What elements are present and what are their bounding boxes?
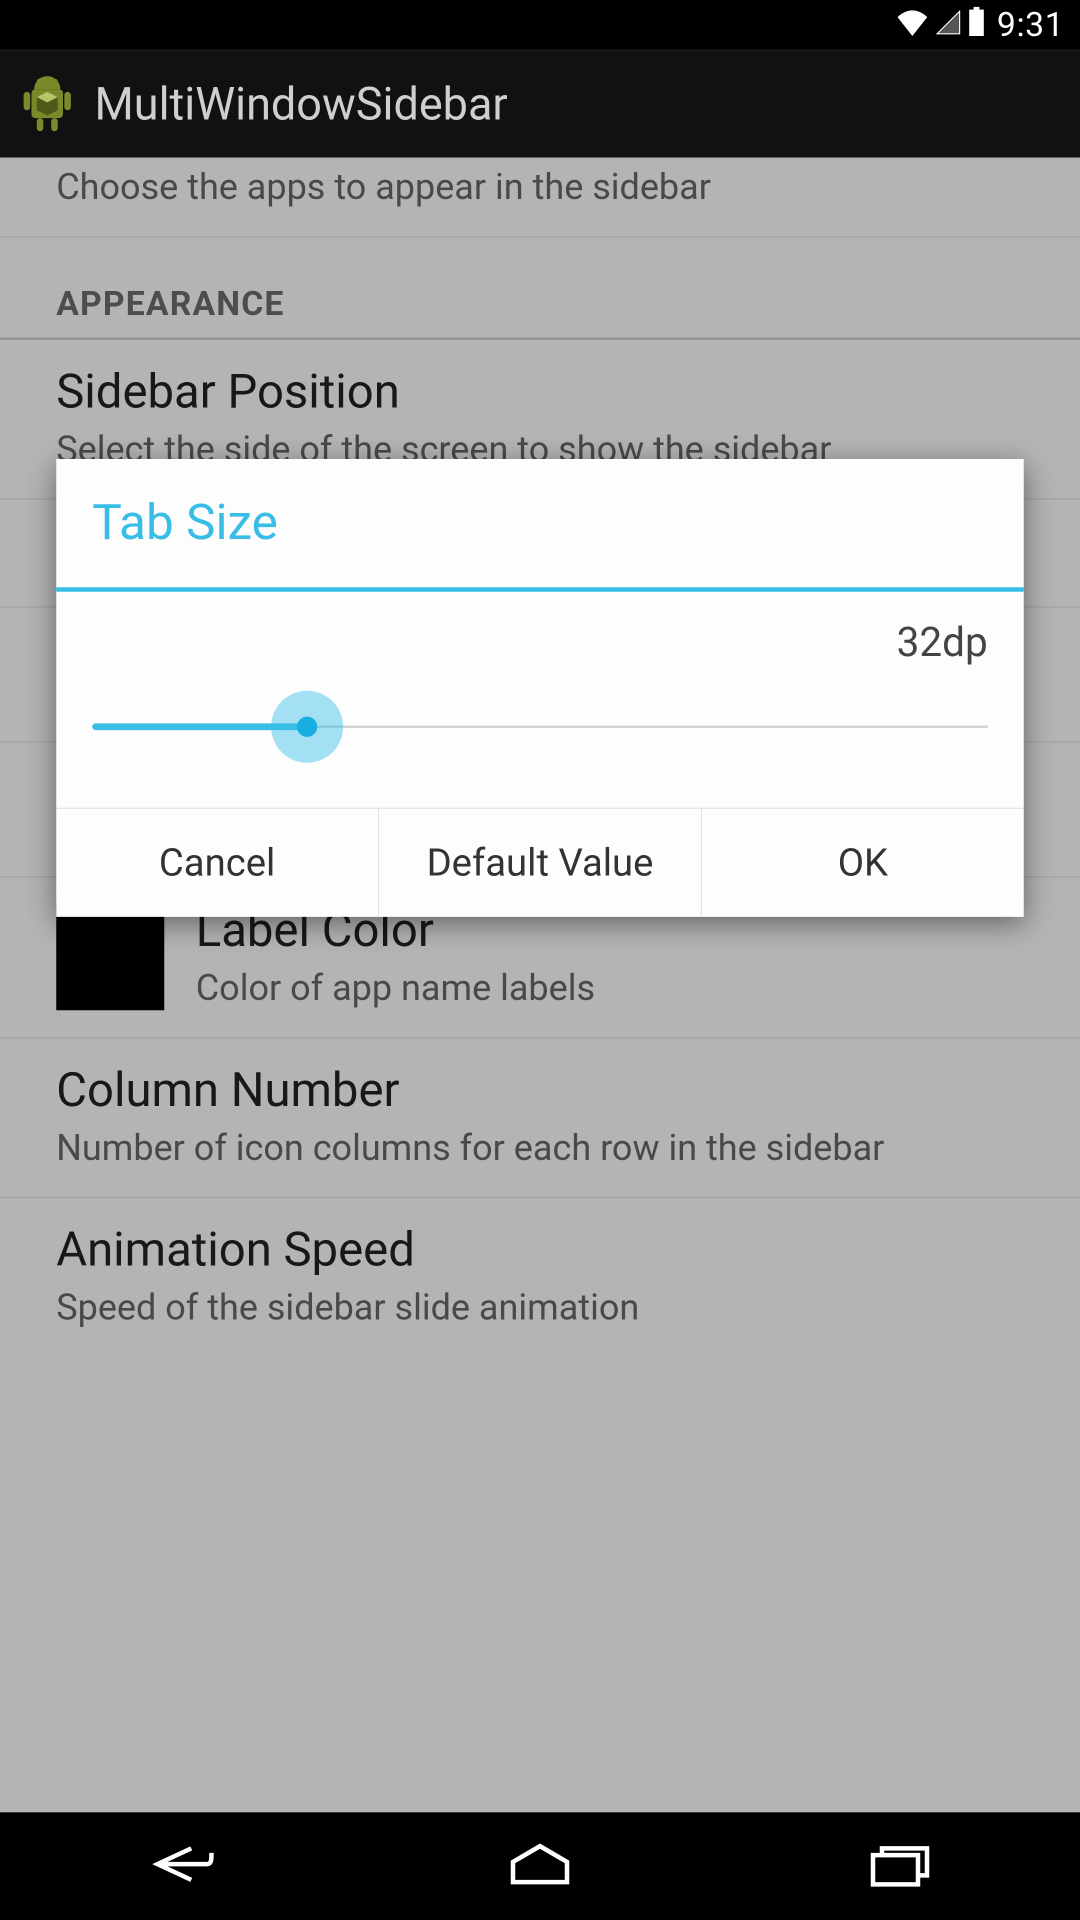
status-icons xyxy=(896,5,986,44)
dialog-body: 32dp xyxy=(56,592,1024,808)
back-icon[interactable] xyxy=(135,1837,225,1896)
dialog-scrim[interactable] xyxy=(0,158,1080,1813)
app-title: MultiWindowSidebar xyxy=(95,78,508,131)
action-bar: MultiWindowSidebar xyxy=(0,50,1080,158)
dialog-title: Tab Size xyxy=(56,459,1024,587)
home-icon[interactable] xyxy=(495,1837,585,1896)
ok-button[interactable]: OK xyxy=(702,809,1024,917)
tab-size-dialog: Tab Size 32dp Cancel Default Value OK xyxy=(56,459,1024,917)
cancel-button[interactable]: Cancel xyxy=(56,809,379,917)
status-bar: 9:31 xyxy=(0,0,1080,50)
dialog-button-bar: Cancel Default Value OK xyxy=(56,808,1024,917)
navigation-bar xyxy=(0,1812,1080,1920)
slider-value-label: 32dp xyxy=(92,619,988,666)
recents-icon[interactable] xyxy=(855,1837,945,1896)
default-value-button[interactable]: Default Value xyxy=(379,809,702,917)
battery-icon xyxy=(968,5,986,44)
wifi-icon xyxy=(896,5,930,44)
tab-size-slider[interactable] xyxy=(92,695,988,758)
cell-signal-icon xyxy=(934,5,963,44)
slider-thumb[interactable] xyxy=(297,717,317,737)
status-clock: 9:31 xyxy=(997,5,1064,44)
app-icon xyxy=(16,70,79,138)
